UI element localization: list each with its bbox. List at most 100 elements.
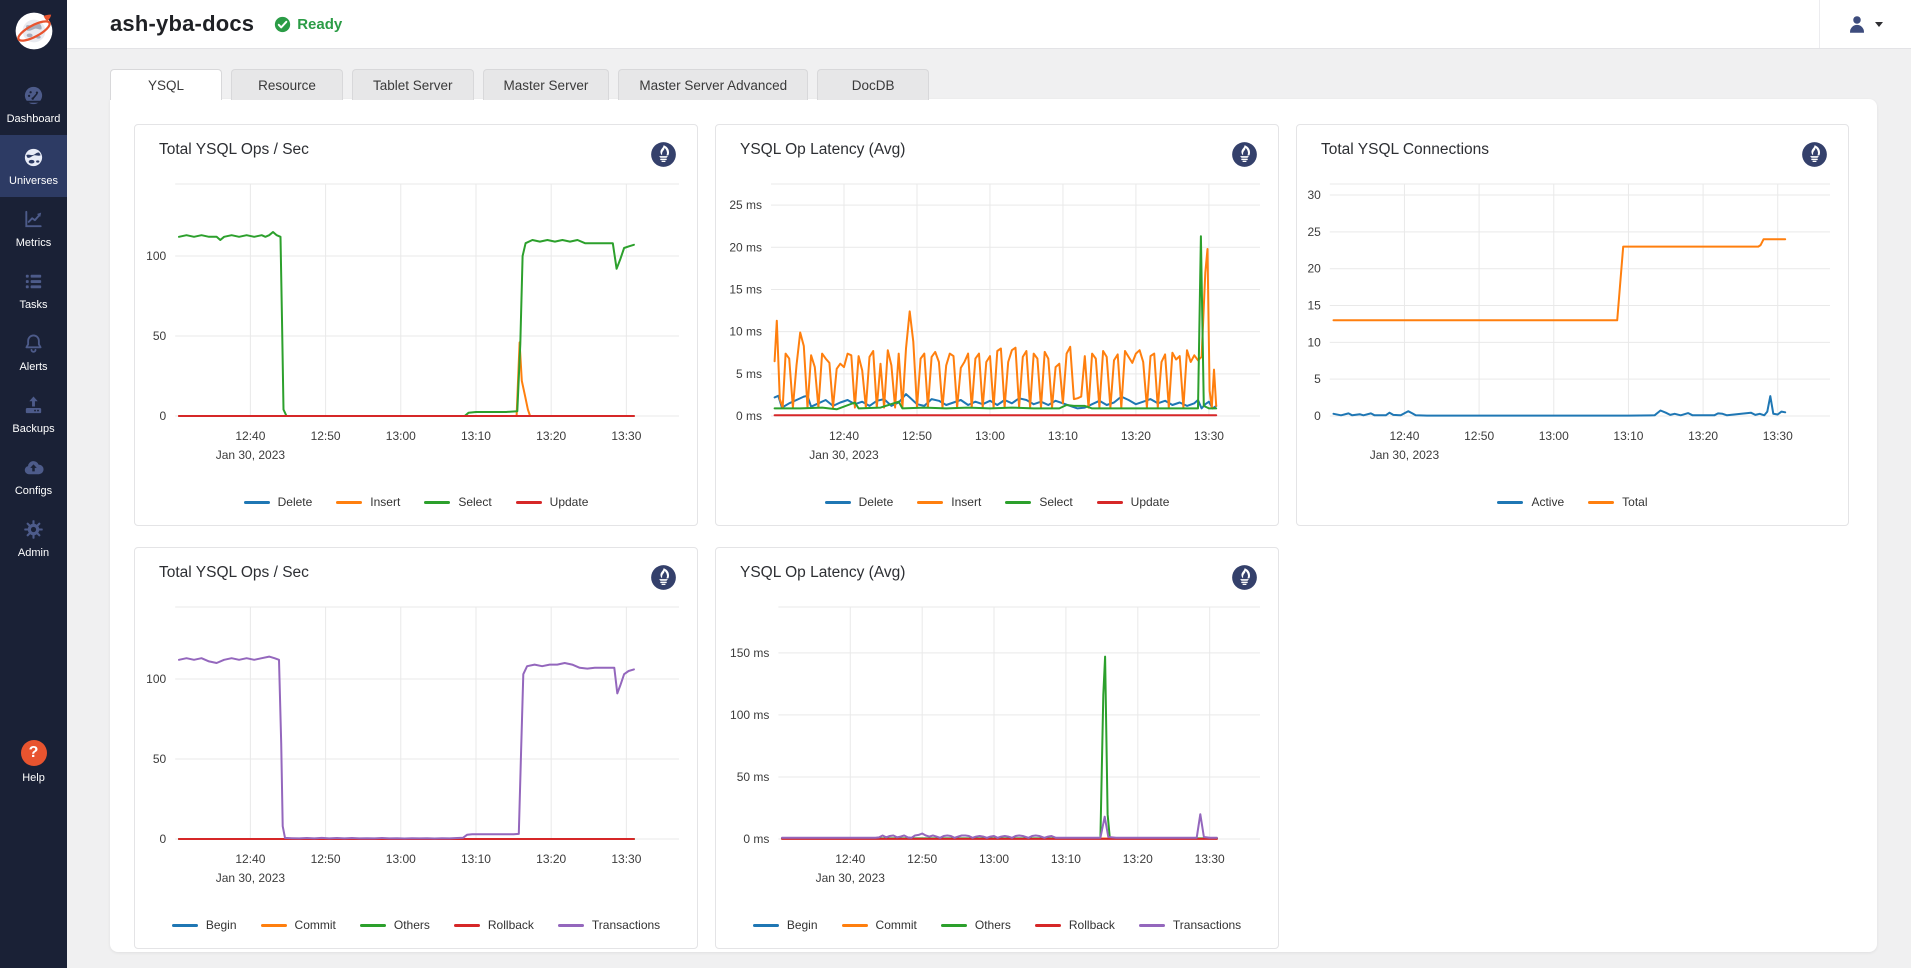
- legend-item-total[interactable]: Total: [1588, 495, 1647, 509]
- tab-master-server[interactable]: Master Server: [483, 69, 610, 100]
- legend-item-select[interactable]: Select: [424, 495, 491, 509]
- x-axis-date-label: Jan 30, 2023: [809, 448, 879, 462]
- legend-swatch: [360, 924, 386, 927]
- sidebar: Dashboard UniversesMetricsTasks Alerts Back…: [0, 0, 67, 968]
- status-badge: Ready: [274, 16, 342, 33]
- legend-label: Update: [1131, 495, 1170, 509]
- legend-item-select[interactable]: Select: [1005, 495, 1072, 509]
- legend-item-update[interactable]: Update: [1097, 495, 1170, 509]
- y-tick-label: 20 ms: [729, 240, 762, 254]
- prometheus-icon[interactable]: [1801, 141, 1828, 168]
- tab-tablet-server[interactable]: Tablet Server: [352, 69, 474, 100]
- header: ash-yba-docs Ready: [67, 0, 1911, 49]
- x-tick-label: 13:20: [536, 429, 566, 443]
- legend-label: Select: [1039, 495, 1072, 509]
- legend-label: Begin: [787, 918, 818, 932]
- sidebar-item-metrics[interactable]: Metrics: [0, 197, 67, 259]
- sidebar-item-dashboard[interactable]: Dashboard: [0, 73, 67, 135]
- prometheus-icon[interactable]: [650, 141, 677, 168]
- x-tick-label: 13:20: [536, 852, 566, 866]
- x-tick-label: 13:10: [461, 429, 491, 443]
- prometheus-icon[interactable]: [1231, 141, 1258, 168]
- legend-item-begin[interactable]: Begin: [753, 918, 818, 932]
- sidebar-item-backups[interactable]: Backups: [0, 383, 67, 445]
- sidebar-item-label: Backups: [12, 423, 54, 435]
- y-tick-label: 0: [160, 832, 167, 846]
- legend-label: Select: [458, 495, 491, 509]
- x-tick-label: 13:30: [611, 852, 641, 866]
- legend-item-others[interactable]: Others: [360, 918, 430, 932]
- chart-card: YSQL Op Latency (Avg)0 ms50 ms100 ms150 …: [715, 547, 1279, 949]
- sidebar-item-configs[interactable]: Configs: [0, 445, 67, 507]
- check-circle-icon: [274, 16, 291, 33]
- y-tick-label: 50 ms: [737, 770, 770, 784]
- legend-label: Insert: [951, 495, 981, 509]
- legend-item-rollback[interactable]: Rollback: [1035, 918, 1115, 932]
- legend-label: Delete: [859, 495, 894, 509]
- chart-legend: Active Total: [1297, 495, 1848, 525]
- legend-item-commit[interactable]: Commit: [261, 918, 336, 932]
- legend-item-commit[interactable]: Commit: [842, 918, 917, 932]
- x-tick-label: 12:40: [235, 429, 265, 443]
- legend-item-insert[interactable]: Insert: [336, 495, 400, 509]
- metrics-chart-icon: [22, 208, 45, 231]
- legend-item-insert[interactable]: Insert: [917, 495, 981, 509]
- user-menu[interactable]: [1836, 13, 1893, 35]
- x-tick-label: 13:30: [1763, 429, 1793, 443]
- y-tick-label: 20: [1307, 262, 1321, 276]
- legend-item-begin[interactable]: Begin: [172, 918, 237, 932]
- y-tick-label: 0: [1314, 409, 1321, 423]
- x-tick-label: 12:50: [907, 852, 937, 866]
- sidebar-item-tasks[interactable]: Tasks: [0, 259, 67, 321]
- tab-docdb[interactable]: DocDB: [817, 69, 929, 100]
- legend-item-transactions[interactable]: Transactions: [1139, 918, 1241, 932]
- tab-master-server-advanced[interactable]: Master Server Advanced: [618, 69, 808, 100]
- sidebar-item-label: Configs: [15, 485, 52, 497]
- x-tick-label: 13:30: [1194, 429, 1224, 443]
- x-axis-date-label: Jan 30, 2023: [216, 448, 286, 462]
- x-tick-label: 13:00: [386, 429, 416, 443]
- tab-bar: YSQL Resource Tablet Server Master Server Ma…: [110, 69, 1911, 99]
- sidebar-item-admin[interactable]: Admin: [0, 507, 67, 569]
- chart-header: Total YSQL Ops / Sec: [135, 125, 697, 168]
- configs-cloud-icon: [22, 456, 45, 479]
- prometheus-icon[interactable]: [650, 564, 677, 591]
- legend-swatch: [261, 924, 287, 927]
- y-tick-label: 0 ms: [743, 832, 769, 846]
- legend-item-transactions[interactable]: Transactions: [558, 918, 660, 932]
- legend-swatch: [1005, 501, 1031, 504]
- backups-upload-icon: [22, 394, 45, 417]
- x-tick-label: 12:50: [311, 429, 341, 443]
- legend-item-rollback[interactable]: Rollback: [454, 918, 534, 932]
- legend-item-delete[interactable]: Delete: [244, 495, 313, 509]
- prometheus-icon[interactable]: [1231, 564, 1258, 591]
- series-line-active: [1334, 396, 1786, 416]
- sidebar-item-universes[interactable]: Universes: [0, 135, 67, 197]
- legend-label: Begin: [206, 918, 237, 932]
- x-tick-label: 13:00: [386, 852, 416, 866]
- chart-card: Total YSQL Ops / Sec05010012:40Jan 30, 2…: [134, 547, 698, 949]
- legend-item-others[interactable]: Others: [941, 918, 1011, 932]
- tab-resource[interactable]: Resource: [231, 69, 343, 100]
- universe-title: ash-yba-docs: [110, 11, 254, 37]
- y-tick-label: 100: [146, 672, 166, 686]
- legend-label: Rollback: [488, 918, 534, 932]
- y-tick-label: 5: [1314, 372, 1321, 386]
- x-tick-label: 13:30: [1195, 852, 1225, 866]
- tab-ysql[interactable]: YSQL: [110, 69, 222, 100]
- sidebar-item-label: Dashboard: [7, 113, 61, 125]
- legend-swatch: [336, 501, 362, 504]
- sidebar-item-help[interactable]: ? Help: [0, 740, 67, 784]
- help-icon: ?: [21, 740, 47, 766]
- sidebar-item-label: Alerts: [19, 361, 47, 373]
- sidebar-item-alerts[interactable]: Alerts: [0, 321, 67, 383]
- legend-item-active[interactable]: Active: [1497, 495, 1564, 509]
- yugabyte-logo[interactable]: [13, 10, 55, 57]
- x-tick-label: 13:20: [1688, 429, 1718, 443]
- legend-swatch: [941, 924, 967, 927]
- x-tick-label: 13:30: [611, 429, 641, 443]
- app-root: Dashboard UniversesMetricsTasks Alerts Back…: [0, 0, 1911, 968]
- legend-item-delete[interactable]: Delete: [825, 495, 894, 509]
- x-tick-label: 13:10: [461, 852, 491, 866]
- legend-item-update[interactable]: Update: [516, 495, 589, 509]
